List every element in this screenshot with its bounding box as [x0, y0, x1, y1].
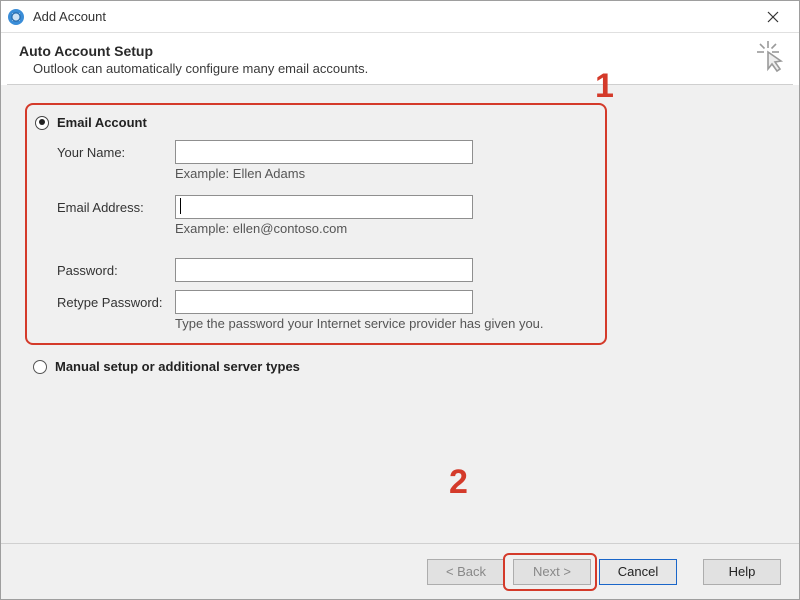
titlebar: Add Account [1, 1, 799, 33]
radio-email-account[interactable]: Email Account [35, 115, 593, 130]
email-account-group: Email Account Your Name: Example: Ellen … [25, 103, 607, 345]
label-retype-password: Retype Password: [57, 295, 175, 310]
annotation-2: 2 [449, 463, 468, 502]
row-retype-password: Retype Password: [57, 290, 593, 314]
wizard-header: Auto Account Setup Outlook can automatic… [1, 33, 799, 84]
label-email: Email Address: [57, 200, 175, 215]
radio-icon [33, 360, 47, 374]
your-name-input[interactable] [175, 140, 473, 164]
retype-password-input[interactable] [175, 290, 473, 314]
close-button[interactable] [753, 3, 793, 31]
radio-icon [35, 116, 49, 130]
row-email: Email Address: [57, 195, 593, 219]
add-account-dialog: Add Account Auto Account Setup Outlook c… [0, 0, 800, 600]
email-input-wrap [175, 195, 473, 219]
help-button[interactable]: Help [703, 559, 781, 585]
label-your-name: Your Name: [57, 145, 175, 160]
radio-manual-setup-label: Manual setup or additional server types [55, 359, 300, 374]
email-input[interactable] [175, 195, 473, 219]
next-button[interactable]: Next > [513, 559, 591, 585]
wizard-footer: < Back Next > Cancel Help [1, 543, 799, 599]
row-password: Password: [57, 258, 593, 282]
password-input[interactable] [175, 258, 473, 282]
hint-email: Example: ellen@contoso.com [175, 221, 593, 236]
radio-manual-setup[interactable]: Manual setup or additional server types [33, 359, 775, 374]
click-cursor-icon [753, 39, 787, 73]
hint-your-name: Example: Ellen Adams [175, 166, 593, 181]
text-caret [180, 198, 181, 214]
wizard-body: 1 Email Account Your Name: Example: Elle… [1, 85, 799, 543]
outlook-icon [7, 8, 25, 26]
wizard-subtitle: Outlook can automatically configure many… [33, 61, 781, 76]
wizard-title: Auto Account Setup [19, 43, 781, 59]
cancel-button[interactable]: Cancel [599, 559, 677, 585]
label-password: Password: [57, 263, 175, 278]
close-icon [767, 11, 779, 23]
hint-password: Type the password your Internet service … [175, 316, 593, 331]
account-form: Your Name: Example: Ellen Adams Email Ad… [57, 140, 593, 331]
window-title: Add Account [33, 9, 753, 24]
back-button[interactable]: < Back [427, 559, 505, 585]
row-your-name: Your Name: [57, 140, 593, 164]
radio-email-account-label: Email Account [57, 115, 147, 130]
